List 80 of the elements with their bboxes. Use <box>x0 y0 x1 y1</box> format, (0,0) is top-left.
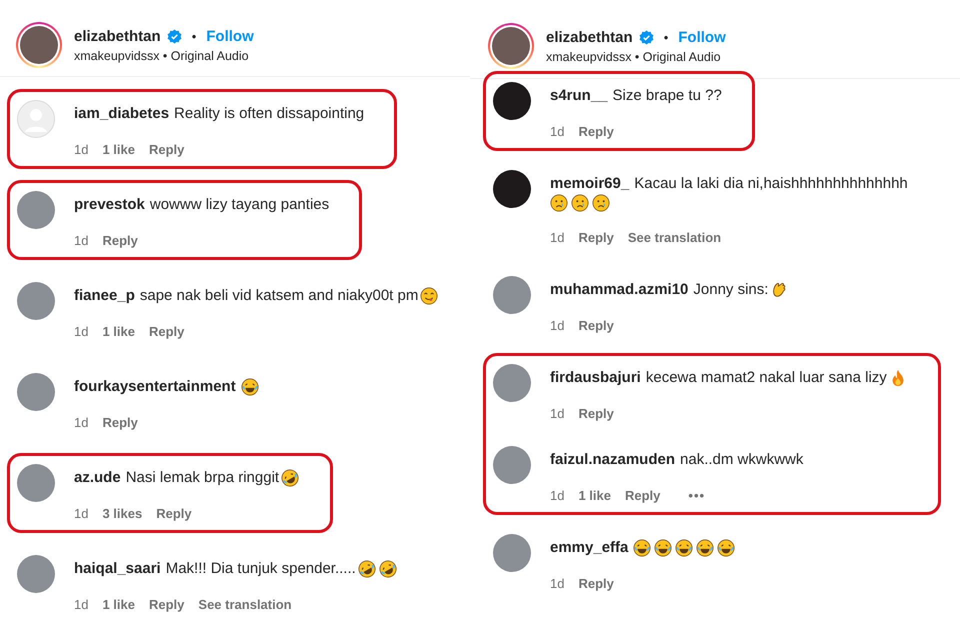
see-translation-link[interactable]: See translation <box>628 230 722 246</box>
rofl-emoji-icon <box>378 560 397 578</box>
rofl-emoji-icon <box>281 469 300 487</box>
comment-time: 1d <box>550 488 564 504</box>
profile-avatar[interactable] <box>488 23 534 69</box>
comment-username[interactable]: haiqal_saari <box>74 559 161 579</box>
comment-text: Kacau la laki dia ni,haishhhhhhhhhhhhhh <box>634 174 908 194</box>
comment-time: 1d <box>550 406 564 422</box>
comment-time: 1d <box>550 230 564 246</box>
comment-time: 1d <box>74 324 88 340</box>
comment-text: sape nak beli vid katsem and niaky00t pm <box>140 286 418 306</box>
author-username[interactable]: elizabethtan <box>546 28 633 46</box>
comment-time: 1d <box>74 233 88 249</box>
reply-link[interactable]: Reply <box>578 406 614 422</box>
reply-link[interactable]: Reply <box>578 230 614 246</box>
comment-text: nak..dm wkwkwwk <box>680 450 804 470</box>
photo-placeholder[interactable] <box>493 82 531 120</box>
more-options-button[interactable]: ••• <box>688 488 706 504</box>
reply-link[interactable]: Reply <box>156 506 192 522</box>
comment-text: Size brape tu ?? <box>612 86 722 106</box>
follow-link[interactable]: Follow <box>206 28 254 44</box>
audio-subtitle: xmakeupvidssx • Original Audio <box>74 48 250 62</box>
reply-link[interactable]: Reply <box>625 488 660 504</box>
comment-text: Mak!!! Dia tunjuk spender..... <box>166 559 356 579</box>
cry-emoji-icon <box>571 194 589 212</box>
comment-username[interactable]: az.ude <box>74 468 121 488</box>
like-count[interactable]: 1 like <box>578 488 611 504</box>
like-count[interactable]: 3 likes <box>102 506 142 522</box>
reply-link[interactable]: Reply <box>578 124 614 140</box>
reply-link[interactable]: Reply <box>149 142 184 158</box>
reply-link[interactable]: Reply <box>578 576 614 592</box>
joy-emoji-icon <box>717 539 736 557</box>
cry-emoji-icon <box>592 194 610 212</box>
comment-username[interactable]: memoir69_ <box>550 174 630 194</box>
joy-emoji-icon <box>633 539 652 557</box>
reply-link[interactable]: Reply <box>149 324 184 340</box>
comment-username[interactable]: fourkaysentertainment <box>74 377 236 397</box>
cry-emoji-icon <box>550 194 568 212</box>
comment-time: 1d <box>550 576 564 592</box>
comment-text: wowww lizy tayang panties <box>150 195 330 215</box>
comment-text: Jonny sins: <box>693 280 768 300</box>
joy-emoji-icon <box>675 539 694 557</box>
yum-emoji-icon <box>420 287 438 305</box>
comment-username[interactable]: firdausbajuri <box>550 368 641 388</box>
comment-time: 1d <box>74 506 88 522</box>
joy-emoji-icon <box>696 539 714 557</box>
reply-link[interactable]: Reply <box>578 318 614 334</box>
like-count[interactable]: 1 like <box>102 597 135 613</box>
reply-link[interactable]: Reply <box>102 415 138 431</box>
audio-subtitle: xmakeupvidssx • Original Audio <box>546 50 722 64</box>
comment-username[interactable]: fianee_p <box>74 286 135 306</box>
comment-username[interactable]: emmy_effa <box>550 538 628 558</box>
reply-link[interactable]: Reply <box>149 597 184 613</box>
author-username[interactable]: elizabethtan <box>74 28 161 44</box>
rofl-emoji-icon <box>358 560 376 578</box>
comment-time: 1d <box>74 142 88 158</box>
separator-dot: • <box>192 28 196 44</box>
comment-username[interactable]: iam_diabetes <box>74 104 170 124</box>
comment-username[interactable]: muhammad.azmi10 <box>550 280 688 300</box>
comment-username[interactable]: faizul.nazamuden <box>550 450 676 470</box>
photo-placeholder[interactable] <box>493 170 531 208</box>
comment-time: 1d <box>550 124 564 140</box>
joy-emoji-icon <box>240 378 259 396</box>
comment-username[interactable]: prevestok <box>74 195 145 215</box>
comment-time: 1d <box>74 597 88 613</box>
follow-link[interactable]: Follow <box>678 28 726 46</box>
reply-link[interactable]: Reply <box>102 233 138 249</box>
comment-username[interactable]: s4run__ <box>550 86 608 106</box>
comment-text: kecewa mamat2 nakal luar sana lizy <box>646 368 887 388</box>
comment-time: 1d <box>74 415 88 431</box>
comment-text: Reality is often dissapointing <box>174 104 364 124</box>
comment-text: Nasi lemak brpa ringgit <box>126 468 280 488</box>
like-count[interactable]: 1 like <box>102 142 135 158</box>
separator-dot: • <box>664 30 668 44</box>
like-count[interactable]: 1 like <box>102 324 135 340</box>
comment-time: 1d <box>550 318 564 334</box>
profile-avatar[interactable] <box>16 22 62 68</box>
joy-emoji-icon <box>654 539 672 557</box>
see-translation-link[interactable]: See translation <box>198 597 292 613</box>
clap-emoji-icon <box>770 281 788 299</box>
